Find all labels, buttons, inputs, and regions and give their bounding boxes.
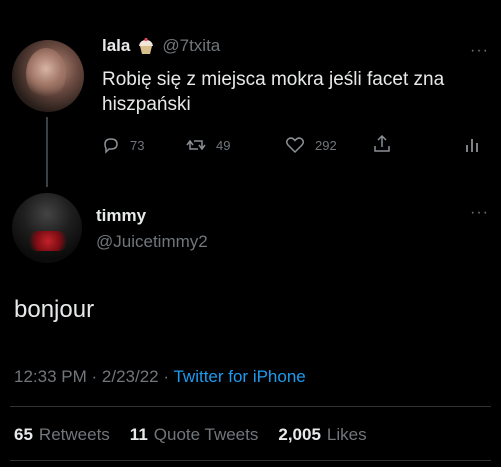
reply-icon [104, 138, 118, 154]
share-button[interactable] [372, 134, 392, 159]
tweet1-handle[interactable]: @7txita [162, 36, 220, 56]
tweet1-display-name[interactable]: lala [102, 36, 130, 56]
tweet-source-link[interactable]: Twitter for iPhone [173, 367, 305, 386]
share-icon [374, 134, 390, 152]
more-options-icon[interactable]: ··· [470, 42, 489, 60]
tweet1-text: Robię się z miejsca mokra jeśli facet zn… [102, 69, 445, 115]
tweet2-handle[interactable]: @Juicetimmy2 [96, 232, 208, 252]
quote-tweets-count[interactable]: 11 [130, 425, 148, 445]
likes-count[interactable]: 2,005 [278, 425, 321, 445]
retweets-label[interactable]: Retweets [39, 425, 110, 445]
cupcake-icon [136, 36, 156, 56]
more-options-icon[interactable]: ··· [470, 204, 489, 222]
engagement-stats: 65 Retweets 11 Quote Tweets 2,005 Likes [14, 425, 367, 445]
divider [10, 460, 491, 461]
divider [10, 406, 491, 407]
tweet2-display-name[interactable]: timmy [96, 206, 146, 226]
retweet-icon [186, 139, 206, 151]
retweet-count: 49 [216, 137, 231, 153]
tweet-time[interactable]: 12:33 PM [14, 367, 87, 386]
meta-separator: · [163, 367, 170, 386]
like-button[interactable]: 292 [285, 136, 337, 154]
tweet-date[interactable]: 2/23/22 [102, 367, 159, 386]
reply-button[interactable]: 73 [102, 136, 144, 154]
avatar[interactable] [12, 40, 84, 112]
retweets-count[interactable]: 65 [14, 425, 33, 445]
reply-count: 73 [130, 137, 145, 153]
thread-connector-line [46, 117, 48, 187]
analytics-button[interactable] [463, 136, 481, 159]
likes-label[interactable]: Likes [327, 425, 367, 445]
quote-tweets-label[interactable]: Quote Tweets [154, 425, 259, 445]
heart-icon [285, 137, 305, 154]
like-count: 292 [315, 137, 337, 153]
tweet-meta: 12:33 PM · 2/23/22 · Twitter for iPhone [14, 367, 306, 387]
analytics-icon [466, 139, 478, 152]
avatar[interactable] [12, 193, 82, 263]
retweet-button[interactable]: 49 [186, 136, 230, 154]
tweet1-header: lala @7txita [102, 36, 220, 56]
tweet2-text: bonjour [14, 296, 95, 323]
meta-separator: · [91, 367, 98, 386]
